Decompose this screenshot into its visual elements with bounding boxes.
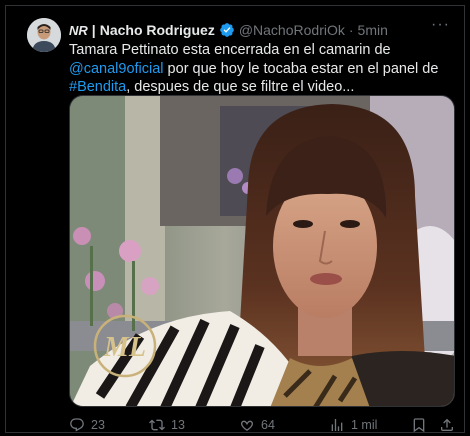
verified-icon: [219, 22, 235, 38]
repost-count: 13: [171, 418, 185, 432]
more-icon[interactable]: ···: [431, 16, 450, 34]
repost-icon: [149, 419, 165, 431]
action-bar: 23 13 64 1 mil: [69, 415, 455, 435]
tweet-header: NR | Nacho Rodriguez @NachoRodriOk · 5mi…: [69, 20, 450, 40]
like-icon: [241, 420, 253, 431]
timestamp[interactable]: 5min: [358, 22, 388, 38]
views-icon: [331, 419, 343, 431]
reply-icon: [70, 418, 84, 432]
reply-count: 23: [91, 418, 105, 432]
tweet-text: Tamara Pettinato esta encerrada en el ca…: [69, 41, 454, 97]
author-badge: NR: [69, 22, 88, 38]
author-separator: |: [91, 22, 96, 38]
author-name[interactable]: Nacho Rodriguez: [100, 22, 215, 38]
hashtag-link[interactable]: #Bendita: [69, 79, 126, 95]
bookmark-button[interactable]: [411, 417, 427, 433]
tweet-text-part3: , despues de que se filtre el video...: [126, 79, 355, 95]
avatar-image: [27, 18, 61, 52]
tweet-media[interactable]: ML: [69, 95, 455, 407]
views-button[interactable]: 1 mil: [329, 417, 409, 433]
share-button[interactable]: [439, 417, 455, 433]
separator-dot: ·: [348, 22, 354, 38]
reply-button[interactable]: 23: [69, 417, 149, 433]
share-icon: [441, 418, 453, 431]
media-watermark: ML: [103, 332, 146, 363]
tweet-text-part2: por que hoy le tocaba estar en el panel …: [163, 60, 439, 77]
tweet-text-part1: Tamara Pettinato esta encerrada en el ca…: [69, 42, 391, 58]
like-button[interactable]: 64: [239, 417, 329, 433]
author-handle[interactable]: @NachoRodriOk: [239, 22, 345, 38]
views-count: 1 mil: [351, 418, 378, 432]
bookmark-icon: [413, 418, 425, 433]
tweet-card[interactable]: NR | Nacho Rodriguez @NachoRodriOk · 5mi…: [5, 5, 465, 433]
mention-link[interactable]: @canal9oficial: [69, 61, 164, 77]
avatar[interactable]: [27, 18, 61, 52]
repost-button[interactable]: 13: [149, 417, 239, 433]
media-image: ML: [70, 96, 454, 406]
like-count: 64: [261, 418, 275, 432]
